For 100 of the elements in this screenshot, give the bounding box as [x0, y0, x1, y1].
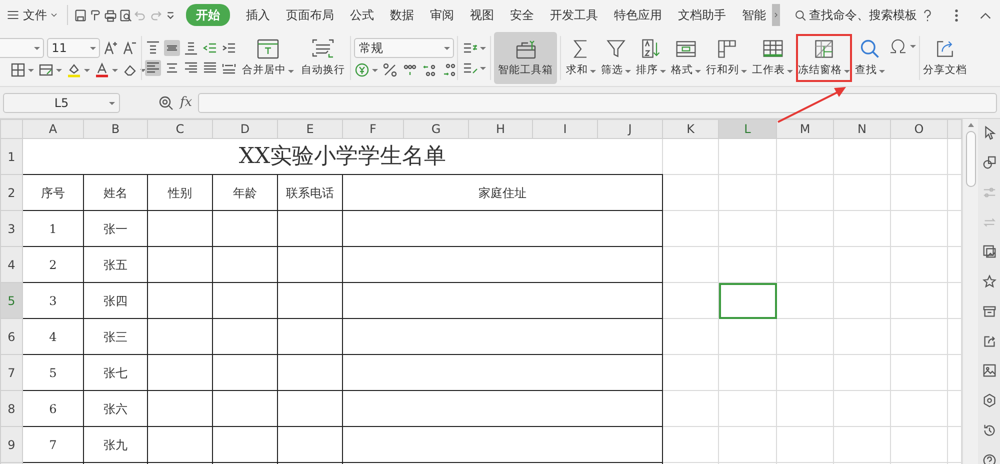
align-top-button[interactable] [145, 40, 161, 56]
ribbon-tab[interactable]: 视图 [470, 4, 494, 26]
ribbon-tab[interactable]: 页面布局 [286, 4, 334, 26]
ribbon-tab[interactable]: 特色应用 [614, 4, 662, 26]
chevron-right-icon [772, 10, 780, 20]
borders-icon [10, 62, 26, 78]
column-header[interactable]: I [563, 122, 567, 136]
row-header[interactable]: 9 [8, 438, 16, 452]
table-cell: 2 [49, 258, 57, 272]
find-button[interactable]: 查找 [853, 34, 887, 82]
command-search[interactable]: 查找命令、搜索模板 [794, 6, 917, 24]
align-left-button[interactable] [145, 60, 161, 76]
ribbon-tab[interactable]: 数据 [390, 4, 414, 26]
scrollbar-thumb[interactable] [966, 131, 976, 187]
selected-cell[interactable] [718, 282, 776, 318]
row-header[interactable]: 1 [8, 150, 16, 164]
borders-button[interactable] [10, 62, 34, 78]
sliders-icon [982, 184, 996, 200]
history-icon [982, 422, 996, 438]
ribbon-tab[interactable]: 安全 [510, 4, 534, 26]
font-size-field[interactable]: 11 [46, 38, 100, 58]
table-cell: 张九 [104, 438, 128, 452]
column-header[interactable]: D [240, 122, 250, 136]
column-header[interactable]: O [914, 122, 924, 136]
sum-button[interactable]: 求和 [564, 34, 598, 82]
row-header[interactable]: 2 [8, 186, 16, 200]
column-header[interactable]: H [496, 122, 506, 136]
zoom-formula-icon [158, 94, 174, 110]
merge-center-button[interactable]: 合并居中 [240, 34, 296, 82]
increase-decimal-button[interactable] [422, 62, 438, 78]
format-button[interactable]: 格式 [669, 34, 703, 82]
formula-input[interactable] [198, 92, 997, 112]
ribbon-tab[interactable]: 智能 [742, 4, 766, 26]
percent-button[interactable] [382, 62, 398, 78]
smart-toolbox-button[interactable]: 智能工具箱 [494, 32, 557, 84]
fill-color-button[interactable] [66, 62, 90, 78]
grow-font-button[interactable] [103, 40, 119, 56]
ribbon-tab[interactable]: 插入 [246, 4, 270, 26]
image-icon [982, 363, 996, 378]
worksheet-icon [760, 38, 784, 60]
table-cell: 3 [49, 294, 57, 308]
thousands-button[interactable] [402, 62, 418, 78]
align-bottom-button[interactable] [183, 40, 199, 56]
font-grow-icon [103, 40, 119, 56]
column-title: 年龄 [233, 186, 257, 200]
row-header[interactable]: 7 [8, 366, 16, 380]
table-cell: 张七 [104, 366, 128, 380]
scroll-up-arrow[interactable] [968, 123, 974, 127]
column-header[interactable]: J [628, 122, 632, 136]
wrap-text-button[interactable]: 自动换行 [299, 34, 347, 82]
file-menu[interactable]: 文件 [23, 6, 47, 24]
cell-format-button[interactable] [38, 62, 62, 78]
number-format-field[interactable]: 常规 [354, 38, 454, 58]
align-top-icon [145, 40, 161, 56]
sheet-button[interactable]: 工作表 [750, 34, 795, 82]
ribbon-tab[interactable]: 开发工具 [550, 4, 598, 26]
table-cell: 4 [49, 330, 57, 344]
table-cell: 张六 [104, 402, 128, 416]
column-header[interactable]: E [306, 122, 314, 136]
shrink-font-button[interactable] [122, 40, 138, 56]
search-placeholder: 查找命令、搜索模板 [809, 7, 917, 24]
thousands-icon [402, 62, 418, 78]
sort-button[interactable]: 排序 [634, 34, 668, 82]
paint-bucket-icon [66, 62, 82, 78]
column-header[interactable]: B [111, 122, 120, 136]
column-header[interactable]: F [370, 122, 376, 136]
font-name-field[interactable] [0, 38, 44, 58]
freeze-button[interactable]: 冻结窗格 [796, 34, 852, 82]
column-header[interactable]: A [48, 122, 58, 136]
hexagon-icon [982, 393, 996, 408]
decrease-decimal-button[interactable] [442, 62, 458, 78]
column-header[interactable]: K [686, 122, 694, 136]
function-label[interactable]: fx [180, 92, 192, 112]
share-icon [982, 334, 996, 349]
rowcol-button[interactable]: 行和列 [704, 34, 749, 82]
row-header[interactable]: 3 [8, 222, 16, 236]
ribbon-tab[interactable]: 审阅 [430, 4, 454, 26]
column-header[interactable]: N [858, 122, 866, 136]
row-header[interactable]: 6 [8, 330, 16, 344]
align-middle-button[interactable] [164, 40, 180, 56]
row-header[interactable]: 4 [8, 258, 16, 272]
table-cell: 1 [49, 222, 57, 236]
filter-button[interactable]: 筛选 [599, 34, 633, 82]
share-document-button[interactable]: 分享文档 [921, 34, 969, 82]
freeze-panes-icon [812, 38, 836, 60]
column-header[interactable]: C [176, 122, 184, 136]
column-header[interactable]: M [800, 122, 810, 136]
font-shrink-icon [122, 40, 138, 56]
wrap-text-icon [311, 38, 335, 60]
cell-format-icon [38, 62, 54, 78]
ribbon-tab[interactable]: 公式 [350, 4, 374, 26]
ribbon-tab[interactable]: 文档助手 [678, 4, 726, 26]
font-color-button[interactable] [94, 62, 118, 78]
star-button[interactable] [980, 274, 998, 290]
currency-button[interactable] [354, 62, 378, 78]
column-title: 家庭住址 [478, 186, 526, 200]
name-box[interactable]: L5 [3, 92, 120, 112]
increase-decimal-icon [422, 62, 438, 78]
column-header[interactable]: G [431, 122, 441, 136]
row-header[interactable]: 8 [8, 402, 16, 416]
